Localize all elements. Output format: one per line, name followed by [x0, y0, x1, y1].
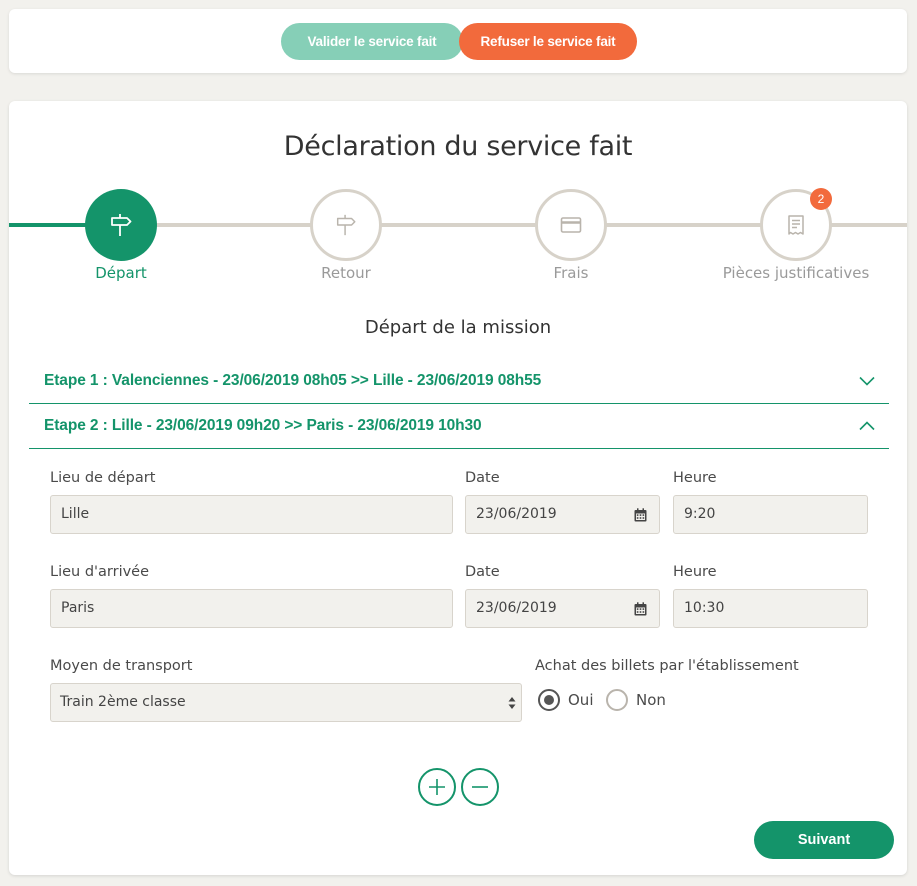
radio-unchecked-icon: [606, 689, 628, 711]
top-action-bar: Valider le service fait Refuser le servi…: [9, 9, 907, 73]
refuser-service-button[interactable]: Refuser le service fait: [459, 23, 637, 60]
depart-heure-label: Heure: [673, 470, 717, 486]
receipt-icon: [788, 215, 804, 235]
pieces-count-badge: 2: [810, 188, 832, 210]
achat-oui-label: Oui: [568, 691, 594, 709]
step-label-retour: Retour: [321, 264, 371, 282]
depart-heure-input[interactable]: 9:20: [673, 495, 868, 534]
arrivee-heure-input[interactable]: 10:30: [673, 589, 868, 628]
plus-icon: [429, 779, 445, 795]
step-label-frais: Frais: [553, 264, 589, 282]
remove-etape-button[interactable]: [461, 768, 499, 806]
transport-label: Moyen de transport: [50, 658, 193, 674]
depart-date-value: 23/06/2019: [476, 506, 557, 522]
achat-billets-label: Achat des billets par l'établissement: [535, 658, 799, 674]
achat-non-radio[interactable]: Non: [606, 689, 666, 711]
radio-checked-icon: [538, 689, 560, 711]
step-label-depart: Départ: [95, 264, 147, 282]
lieu-depart-label: Lieu de départ: [50, 470, 156, 486]
etape-2-header[interactable]: Etape 2 : Lille - 23/06/2019 09h20 >> Pa…: [29, 403, 889, 449]
transport-value: Train 2ème classe: [60, 694, 186, 710]
signpost-icon: [111, 214, 132, 236]
depart-date-input[interactable]: 23/06/2019: [465, 495, 660, 534]
step-frais[interactable]: [535, 189, 607, 261]
achat-non-label: Non: [636, 691, 666, 709]
step-depart[interactable]: [85, 189, 157, 261]
etape-1-header[interactable]: Etape 1 : Valenciennes - 23/06/2019 08h0…: [29, 358, 889, 404]
minus-icon: [472, 786, 488, 788]
calendar-icon[interactable]: [634, 508, 647, 522]
credit-card-icon: [560, 217, 582, 233]
arrivee-date-input[interactable]: 23/06/2019: [465, 589, 660, 628]
lieu-arrivee-input[interactable]: Paris: [50, 589, 453, 628]
valider-service-button[interactable]: Valider le service fait: [281, 23, 463, 60]
add-etape-button[interactable]: [418, 768, 456, 806]
chevron-down-icon: [859, 376, 875, 386]
step-label-pieces: Pièces justificatives: [722, 264, 870, 282]
select-arrows-icon: [508, 697, 516, 709]
suivant-button[interactable]: Suivant: [754, 821, 894, 859]
achat-oui-radio[interactable]: Oui: [538, 689, 593, 711]
transport-select[interactable]: Train 2ème classe: [50, 683, 522, 722]
page-title: Déclaration du service fait: [283, 131, 633, 162]
declaration-card: Déclaration du service fait 2 Départ Ret…: [9, 101, 907, 875]
section-subtitle: Départ de la mission: [364, 317, 552, 338]
chevron-up-icon: [859, 420, 875, 430]
calendar-icon[interactable]: [634, 602, 647, 616]
stepper-progress: [9, 223, 89, 227]
depart-date-label: Date: [465, 470, 500, 486]
signpost-icon: [336, 214, 356, 236]
lieu-depart-input[interactable]: Lille: [50, 495, 453, 534]
arrivee-heure-label: Heure: [673, 564, 717, 580]
etape-1-label: Etape 1 : Valenciennes - 23/06/2019 08h0…: [44, 371, 542, 389]
step-retour[interactable]: [310, 189, 382, 261]
etape-2-label: Etape 2 : Lille - 23/06/2019 09h20 >> Pa…: [44, 416, 482, 434]
arrivee-date-label: Date: [465, 564, 500, 580]
arrivee-date-value: 23/06/2019: [476, 600, 557, 616]
lieu-arrivee-label: Lieu d'arrivée: [50, 564, 150, 580]
